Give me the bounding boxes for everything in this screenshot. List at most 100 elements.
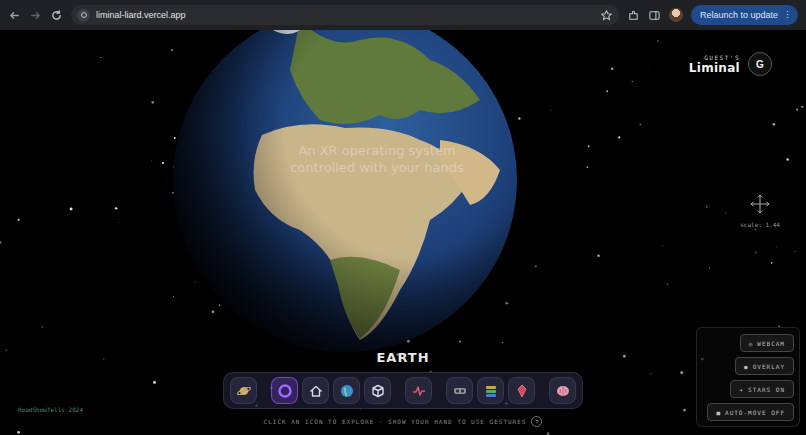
- star: [588, 145, 590, 147]
- star: [0, 241, 1, 243]
- tagline-line: An XR operating system: [298, 142, 455, 159]
- planet-label: EARTH: [376, 350, 429, 365]
- star: [666, 283, 668, 285]
- control-button[interactable]: ● OVERLAY: [735, 357, 794, 375]
- star: [115, 207, 117, 209]
- extensions-icon[interactable]: [627, 9, 640, 22]
- star: [173, 296, 174, 297]
- star: [17, 431, 20, 434]
- url-text: liminal-liard.vercel.app: [96, 10, 594, 20]
- dock-button[interactable]: [446, 377, 473, 404]
- star: [151, 101, 154, 104]
- credit-text: RoadShowTells 2024: [18, 406, 83, 413]
- user-avatar[interactable]: G: [748, 52, 772, 76]
- control-glyph: ●: [744, 363, 749, 370]
- tagline-line: controlled with your hands: [290, 159, 464, 176]
- move-arrows-icon[interactable]: [749, 193, 771, 215]
- star: [796, 108, 798, 110]
- star: [459, 340, 461, 342]
- brand-name: Liminal: [689, 61, 740, 75]
- address-bar[interactable]: liminal-liard.vercel.app: [71, 5, 619, 25]
- dock-button[interactable]: [364, 377, 391, 404]
- star: [100, 57, 101, 58]
- star: [618, 136, 620, 138]
- star: [162, 162, 164, 164]
- side-panel-icon[interactable]: [648, 9, 661, 22]
- star: [502, 342, 503, 343]
- dock-button[interactable]: [271, 377, 298, 404]
- dock-button[interactable]: [405, 377, 432, 404]
- scale-readout: scale: 1.44: [740, 221, 780, 228]
- star: [776, 246, 778, 248]
- dock-button[interactable]: [333, 377, 360, 404]
- star: [657, 40, 659, 42]
- star: [725, 212, 726, 213]
- star: [507, 302, 509, 304]
- scale-widget: scale: 1.44: [740, 193, 780, 228]
- star: [171, 49, 173, 51]
- control-label: WEBCAM: [757, 340, 785, 347]
- browser-toolbar: liminal-liard.vercel.app Relaunch to upda…: [0, 0, 806, 30]
- back-arrow-icon[interactable]: [8, 9, 21, 22]
- forward-arrow-icon[interactable]: [29, 9, 42, 22]
- star: [126, 186, 128, 188]
- star: [771, 262, 773, 264]
- dock-button[interactable]: [230, 377, 257, 404]
- star: [70, 208, 73, 211]
- dock-button[interactable]: [508, 377, 535, 404]
- help-button[interactable]: ?: [531, 416, 542, 427]
- star-icon[interactable]: [600, 9, 613, 22]
- control-label: AUTO-MOVE OFF: [725, 409, 785, 416]
- star: [606, 156, 608, 158]
- scene-canvas[interactable]: An XR operating systemcontrolled with yo…: [0, 30, 806, 435]
- control-label: OVERLAY: [753, 363, 785, 370]
- star: [794, 250, 796, 252]
- control-label: STARS ON: [748, 386, 785, 393]
- star: [639, 124, 641, 126]
- control-button[interactable]: ■ AUTO-MOVE OFF: [707, 403, 794, 421]
- control-glyph: ■: [716, 409, 721, 416]
- star: [212, 310, 215, 313]
- hint-text: CLICK AN ICON TO EXPLORE · SHOW YOUR HAN…: [264, 418, 527, 425]
- saturn-icon: [236, 383, 252, 399]
- star: [611, 67, 614, 70]
- star: [661, 245, 663, 247]
- star: [18, 219, 20, 221]
- dock-button[interactable]: [302, 377, 329, 404]
- profile-avatar-icon[interactable]: [669, 8, 683, 22]
- star: [6, 350, 8, 352]
- control-panel: ◎WEBCAM ● OVERLAY ✈STARS ON ■ AUTO-MOVE OFF: [696, 327, 800, 427]
- relaunch-button[interactable]: Relaunch to update⋮: [691, 5, 798, 25]
- star: [219, 305, 220, 306]
- menu-icon[interactable]: ⋮: [783, 10, 792, 20]
- star: [623, 355, 626, 358]
- reload-icon[interactable]: [50, 9, 63, 22]
- star: [801, 106, 803, 108]
- control-button[interactable]: ✈STARS ON: [730, 380, 794, 398]
- dock-button[interactable]: [549, 377, 576, 404]
- home-icon: [308, 383, 324, 399]
- control-glyph: ◎: [749, 340, 754, 347]
- star: [550, 110, 552, 112]
- site-info-icon[interactable]: [77, 9, 90, 22]
- star: [547, 432, 550, 435]
- headset-icon: [452, 383, 468, 399]
- gem-icon: [514, 383, 530, 399]
- star: [153, 381, 156, 384]
- brand: GUEST'SLiminal G: [689, 52, 772, 76]
- star: [606, 90, 608, 92]
- brand-text: GUEST'SLiminal: [689, 54, 740, 75]
- star: [151, 160, 153, 162]
- earth-globe[interactable]: [173, 30, 517, 352]
- earth-icon: [339, 383, 355, 399]
- brand-owner: GUEST'S: [704, 54, 740, 61]
- control-button[interactable]: ◎WEBCAM: [740, 334, 794, 352]
- star: [117, 222, 119, 224]
- star: [597, 254, 600, 257]
- dock-button[interactable]: [477, 377, 504, 404]
- star: [586, 166, 588, 168]
- ring-icon: [277, 383, 293, 399]
- stack-icon: [483, 383, 499, 399]
- pulse-icon: [411, 383, 427, 399]
- usage-hint: CLICK AN ICON TO EXPLORE · SHOW YOUR HAN…: [264, 416, 543, 427]
